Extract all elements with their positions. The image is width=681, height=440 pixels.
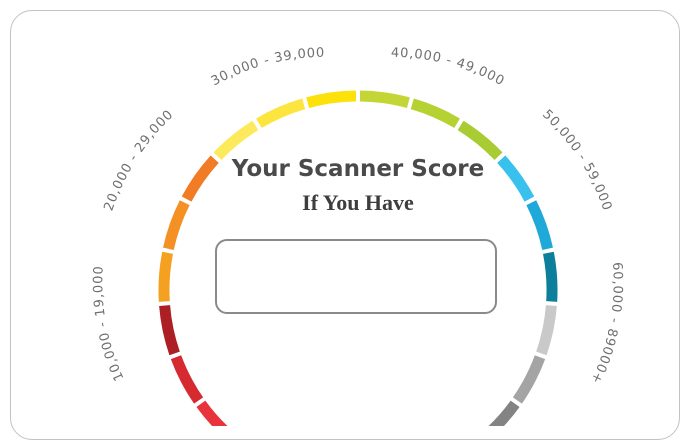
gauge-range-label: 30,000 - 39,000 — [209, 46, 325, 90]
gauge-range-label: 60,000 - 89000+ — [587, 262, 625, 387]
gauge-range-label: 10,000 - 19,000 — [91, 265, 127, 383]
gauge-segment — [359, 90, 410, 109]
gauge-segment — [170, 355, 204, 404]
page-subtitle: If You Have — [302, 190, 414, 215]
gauge-segment — [512, 355, 546, 404]
gauge-segment — [410, 98, 460, 128]
page-title: Your Scanner Score — [231, 156, 485, 182]
gauge-segment — [306, 90, 357, 109]
score-display-box — [215, 239, 497, 314]
gauge-segment — [159, 305, 180, 356]
gauge-range-label: 40,000 - 49,000 — [391, 46, 507, 90]
gauge-segment — [488, 400, 520, 426]
gauge-segment — [158, 251, 174, 302]
gauge-segment — [256, 98, 306, 128]
gauge-segment — [542, 251, 558, 302]
gauge-segment — [536, 305, 557, 356]
gauge-segment — [213, 120, 259, 161]
gauge-segment — [196, 400, 228, 426]
gauge-segment — [457, 120, 503, 161]
